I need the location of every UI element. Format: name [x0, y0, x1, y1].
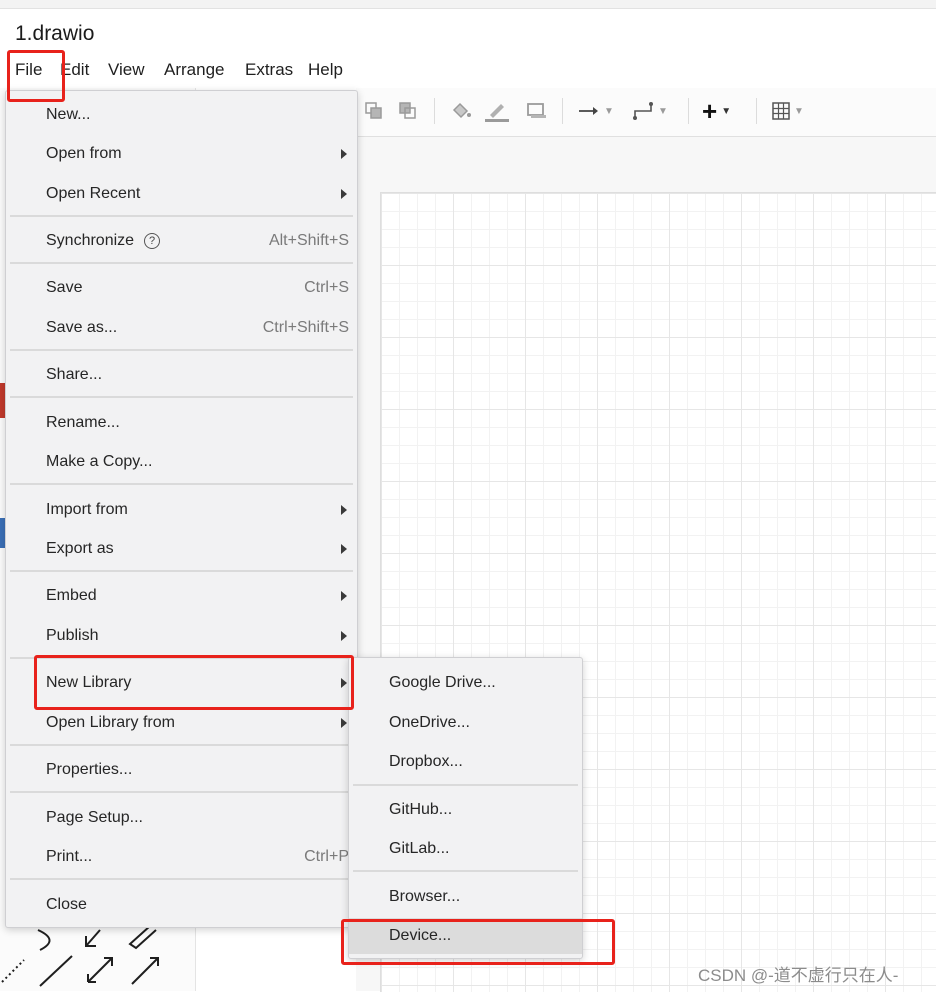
table-icon[interactable]: ▼ [772, 98, 804, 124]
menu-item-google-drive[interactable]: Google Drive... [349, 665, 582, 701]
menu-item-open-from[interactable]: Open from [6, 136, 357, 172]
shape-palette-row [1, 925, 159, 987]
menu-item-github[interactable]: GitHub... [349, 792, 582, 828]
submenu-arrow-icon [341, 718, 347, 728]
shadow-icon[interactable] [526, 98, 548, 124]
submenu-arrow-icon [341, 189, 347, 199]
menu-separator [10, 791, 353, 793]
line-shape [39, 955, 73, 987]
menu-item-save[interactable]: Save Ctrl+S [6, 270, 357, 306]
menu-item-dropbox[interactable]: Dropbox... [349, 744, 582, 780]
menu-item-synchronize[interactable]: Synchronize? Alt+Shift+S [6, 223, 357, 259]
menu-extras[interactable]: Extras [245, 60, 293, 80]
help-icon[interactable]: ? [144, 233, 161, 249]
submenu-arrow-icon [341, 591, 347, 601]
connection-arrow-icon[interactable]: ▼ [578, 98, 614, 124]
submenu-arrow-icon [341, 678, 347, 688]
menu-item-new[interactable]: New... [6, 97, 357, 133]
toolbar-separator [562, 98, 563, 124]
menu-item-make-a-copy[interactable]: Make a Copy... [6, 444, 357, 480]
menubar: File Edit View Arrange Extras Help [0, 56, 400, 86]
menu-help[interactable]: Help [308, 60, 343, 80]
menu-item-share[interactable]: Share... [6, 357, 357, 393]
menu-item-page-setup[interactable]: Page Setup... [6, 800, 357, 836]
menu-item-onedrive[interactable]: OneDrive... [349, 705, 582, 741]
menu-item-rename[interactable]: Rename... [6, 405, 357, 441]
toolbar-separator [688, 98, 689, 124]
menu-separator [10, 483, 353, 485]
menu-item-import-from[interactable]: Import from [6, 492, 357, 528]
menu-item-print[interactable]: Print... Ctrl+P [6, 839, 357, 875]
to-back-icon[interactable] [398, 98, 418, 124]
menu-file[interactable]: File [15, 60, 43, 80]
submenu-arrow-icon [341, 505, 347, 515]
dotted-line-shape [1, 959, 25, 983]
browser-top-strip [0, 0, 936, 9]
new-library-submenu: Google Drive... OneDrive... Dropbox... G… [348, 657, 583, 959]
watermark-text: CSDN @-道不虚行只在人- [698, 966, 899, 985]
menu-item-export-as[interactable]: Export as [6, 531, 357, 567]
document-title[interactable]: 1.drawio [15, 22, 94, 46]
menu-item-browser[interactable]: Browser... [349, 879, 582, 915]
menu-separator [10, 570, 353, 572]
menu-item-publish[interactable]: Publish [6, 618, 357, 654]
menu-item-save-as[interactable]: Save as... Ctrl+Shift+S [6, 310, 357, 346]
toolbar: ▼ ▼ + ▼ ▼ [356, 88, 936, 137]
menu-item-new-library[interactable]: New Library [6, 665, 357, 701]
waypoints-icon[interactable]: ▼ [632, 98, 668, 124]
toolbar-separator [434, 98, 435, 124]
toolbar-separator [756, 98, 757, 124]
menu-separator [10, 262, 353, 264]
menu-separator [10, 744, 353, 746]
line-color-icon[interactable] [484, 98, 510, 124]
menu-separator [10, 878, 353, 880]
insert-plus-icon[interactable]: + ▼ [702, 98, 731, 124]
bidirectional-arrow-shape [87, 957, 113, 983]
to-front-icon[interactable] [364, 98, 384, 124]
menu-item-device[interactable]: Device... [349, 918, 582, 954]
menu-separator [353, 870, 578, 872]
curve-shape [37, 929, 51, 951]
menu-view[interactable]: View [108, 60, 145, 80]
menu-item-gitlab[interactable]: GitLab... [349, 831, 582, 867]
menu-separator [10, 349, 353, 351]
submenu-arrow-icon [341, 149, 347, 159]
menu-item-open-recent[interactable]: Open Recent [6, 176, 357, 212]
menu-item-properties[interactable]: Properties... [6, 752, 357, 788]
menu-item-close[interactable]: Close [6, 887, 357, 923]
submenu-arrow-icon [341, 544, 347, 554]
menu-separator [10, 215, 353, 217]
arrow-shape [85, 929, 101, 947]
flex-arrow-shape [128, 925, 157, 950]
menu-item-embed[interactable]: Embed [6, 578, 357, 614]
file-menu: New... Open from Open Recent Synchronize… [5, 90, 358, 928]
fill-color-icon[interactable] [450, 98, 472, 124]
menu-arrange[interactable]: Arrange [164, 60, 224, 80]
menu-edit[interactable]: Edit [60, 60, 89, 80]
menu-separator [10, 396, 353, 398]
menu-item-open-library-from[interactable]: Open Library from [6, 705, 357, 741]
submenu-arrow-icon [341, 631, 347, 641]
directional-arrow-shape [131, 957, 159, 985]
menu-separator [353, 784, 578, 786]
menu-separator [10, 657, 353, 659]
